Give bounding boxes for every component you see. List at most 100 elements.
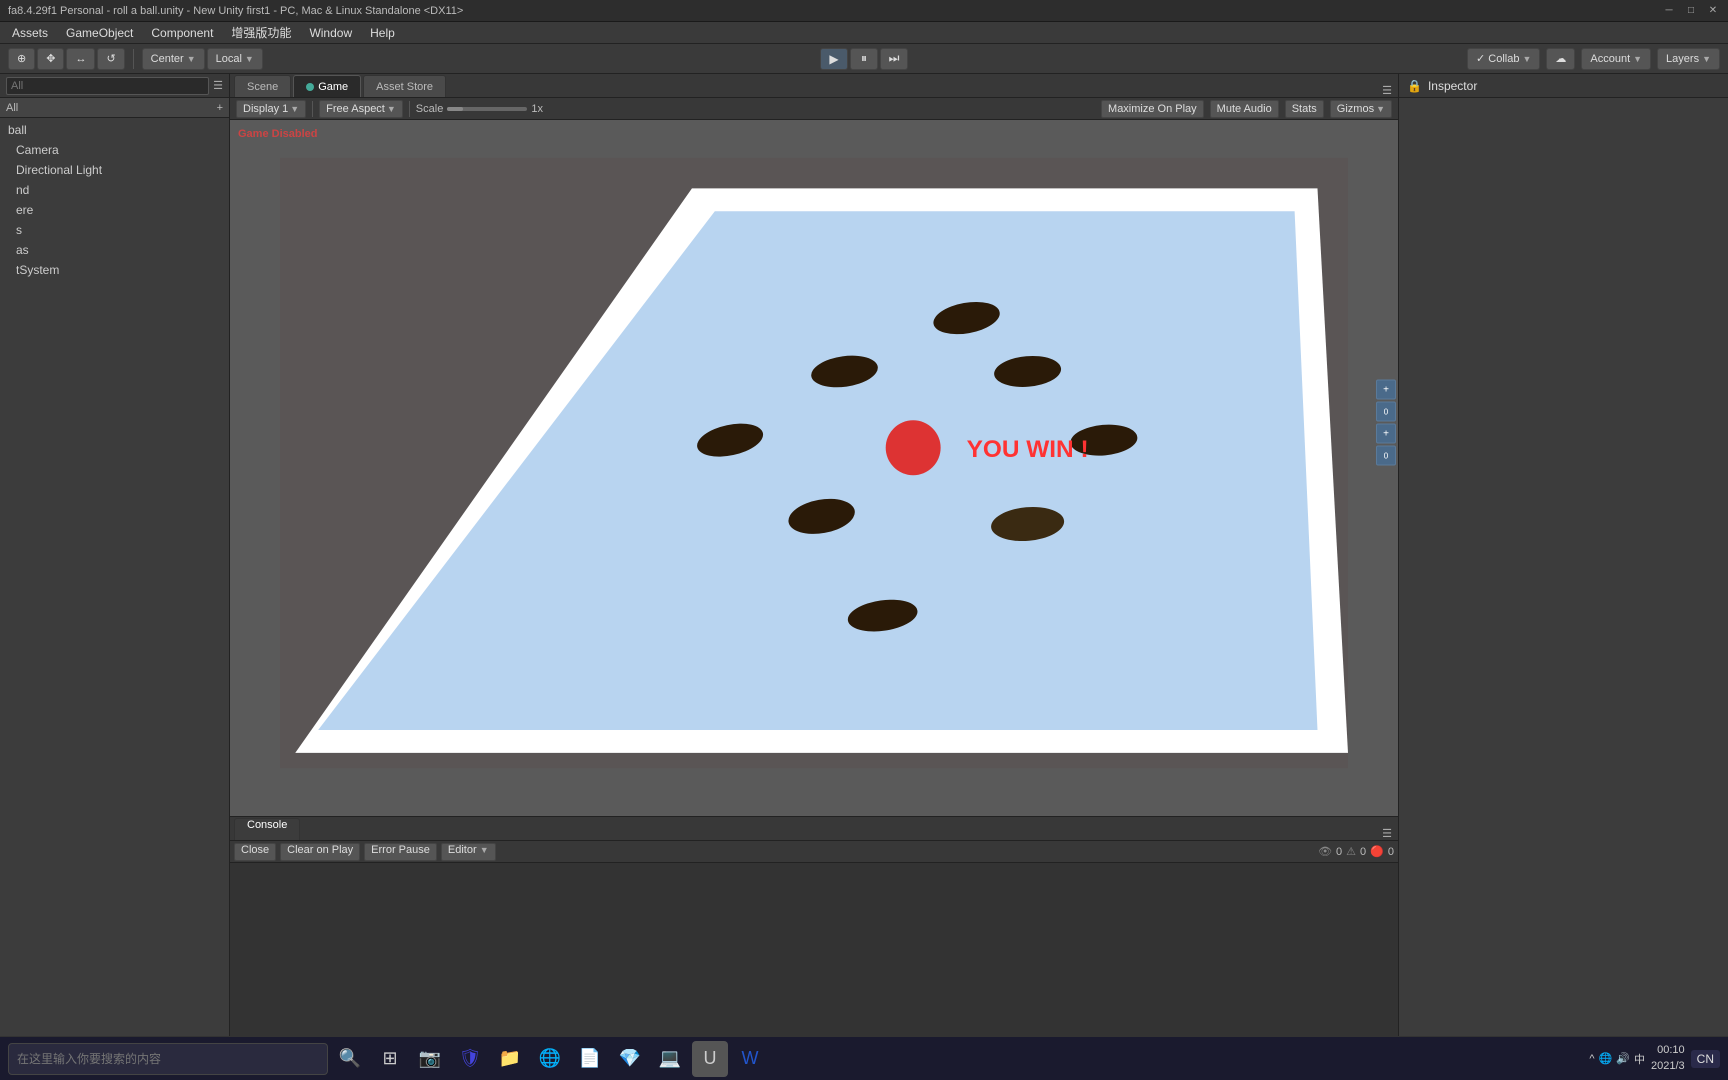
menu-window[interactable]: Window [301, 24, 360, 42]
hierarchy-item-ball[interactable]: ball [0, 120, 229, 140]
menu-enhanced[interactable]: 增强版功能 [223, 22, 299, 43]
menu-gameobject[interactable]: GameObject [58, 24, 141, 42]
taskbar-word-icon[interactable]: W [732, 1041, 768, 1077]
console-panel: Console ☰ Close Clear on Play Error Paus… [230, 816, 1398, 1036]
taskbar-icon-3[interactable]: 📁 [492, 1041, 528, 1077]
taskbar-icon-2[interactable]: 🛡 [452, 1041, 488, 1077]
hierarchy-item-sphere[interactable]: ere [0, 200, 229, 220]
taskbar-icon-1[interactable]: 📷 [412, 1041, 448, 1077]
stats-btn[interactable]: Stats [1285, 100, 1324, 118]
play-button[interactable]: ▶ [820, 48, 848, 70]
hierarchy-options-icon[interactable]: ☰ [213, 79, 223, 92]
play-controls: ▶ ⏸ ⏭ [820, 48, 908, 70]
pivot-center-btn[interactable]: Center ▼ [142, 48, 205, 70]
hierarchy-item-canvas[interactable]: as [0, 240, 229, 260]
taskbar-search-icon[interactable]: 🔍 [332, 1041, 368, 1077]
hierarchy-item-ground[interactable]: nd [0, 180, 229, 200]
info-count: 0 [1336, 846, 1342, 858]
game-toolbar-right: Maximize On Play Mute Audio Stats Gizmos… [1101, 100, 1392, 118]
taskbar-unity-icon[interactable]: U [692, 1041, 728, 1077]
minimize-button[interactable]: ─ [1662, 4, 1676, 18]
step-button[interactable]: ⏭ [880, 48, 908, 70]
hierarchy-item-eventsystem[interactable]: tSystem [0, 260, 229, 280]
hierarchy-item-camera[interactable]: Camera [0, 140, 229, 160]
gizmos-btn[interactable]: Gizmos ▼ [1330, 100, 1392, 118]
editor-dropdown-btn[interactable]: Editor ▼ [441, 843, 496, 861]
local-label: Local [216, 53, 242, 65]
game-svg: YOU WIN ! [280, 130, 1348, 796]
hierarchy-search-input[interactable] [6, 77, 209, 95]
console-options-icon[interactable]: ☰ [1376, 827, 1398, 840]
account-button[interactable]: Account ▼ [1581, 48, 1651, 70]
hierarchy-panel: ☰ All + ball Camera Directional Light nd… [0, 74, 230, 1036]
tab-game[interactable]: Game [293, 75, 361, 97]
taskbar-task-view-icon[interactable]: ⊞ [372, 1041, 408, 1077]
center-label: Center [151, 53, 184, 65]
clear-button[interactable]: Close [234, 843, 276, 861]
mute-audio-label: Mute Audio [1217, 103, 1272, 115]
main-content: ☰ All + ball Camera Directional Light nd… [0, 74, 1728, 1036]
console-tab-label: Console [247, 819, 287, 831]
close-button[interactable]: ✕ [1706, 4, 1720, 18]
side-icon-down[interactable]: + [1376, 424, 1396, 444]
scale-slider[interactable] [447, 107, 527, 111]
display-dropdown-arrow: ▼ [290, 104, 299, 114]
hierarchy-item-pickups[interactable]: s [0, 220, 229, 240]
maximize-button[interactable]: □ [1684, 4, 1698, 18]
editor-label: Editor [448, 844, 477, 856]
tab-scene[interactable]: Scene [234, 75, 291, 97]
hierarchy-item-light[interactable]: Directional Light [0, 160, 229, 180]
game-tab-label: Game [318, 81, 348, 93]
taskbar-icon-vscode[interactable]: 💎 [612, 1041, 648, 1077]
console-tab[interactable]: Console [234, 818, 300, 840]
display-button[interactable]: Display 1 ▼ [236, 100, 306, 118]
hierarchy-header: ☰ [0, 74, 229, 98]
transform-tools: ⊕ ✥ ↔ ↺ [8, 48, 125, 70]
mute-audio-btn[interactable]: Mute Audio [1210, 100, 1279, 118]
taskbar-icon-chrome[interactable]: 🌐 [532, 1041, 568, 1077]
menu-component[interactable]: Component [143, 24, 221, 42]
maximize-on-play-btn[interactable]: Maximize On Play [1101, 100, 1204, 118]
clear-on-play-btn[interactable]: Clear on Play [280, 843, 360, 861]
pause-button[interactable]: ⏸ [850, 48, 878, 70]
taskbar-icon-5[interactable]: 💻 [652, 1041, 688, 1077]
menu-help[interactable]: Help [362, 24, 403, 42]
console-content [230, 863, 1398, 1036]
game-toolbar-sep1 [312, 101, 313, 117]
svg-text:YOU WIN !: YOU WIN ! [967, 436, 1089, 463]
aspect-button[interactable]: Free Aspect ▼ [319, 100, 403, 118]
taskbar-search-input[interactable] [8, 1043, 328, 1075]
stats-label: Stats [1292, 103, 1317, 115]
inspector-header: 🔒 Inspector [1399, 74, 1728, 98]
transform-scale-tool[interactable]: ↺ [97, 48, 124, 70]
pivot-local-btn[interactable]: Local ▼ [207, 48, 263, 70]
taskbar-volume-icon[interactable]: 🔊 [1616, 1052, 1630, 1065]
collab-button[interactable]: ✓ Collab ▼ [1467, 48, 1540, 70]
taskbar-chevron[interactable]: ^ [1589, 1053, 1594, 1065]
inspector-content [1399, 98, 1728, 1036]
toolbar-right: ✓ Collab ▼ ☁ Account ▼ Layers ▼ [1467, 48, 1720, 70]
transform-hand-tool[interactable]: ⊕ [8, 48, 35, 70]
view-options-icon[interactable]: ☰ [1376, 84, 1398, 97]
game-canvas: Game Disabled [230, 120, 1398, 816]
scene-tab-label: Scene [247, 81, 278, 93]
console-counts: 👁 0 ⚠ 0 🔴 0 [1318, 845, 1394, 858]
game-toolbar: Display 1 ▼ Free Aspect ▼ Scale 1x Maxim… [230, 98, 1398, 120]
error-circle-icon: 🔴 [1370, 845, 1384, 858]
taskbar-icon-4[interactable]: 📄 [572, 1041, 608, 1077]
tab-asset-store[interactable]: Asset Store [363, 75, 446, 97]
cloud-button[interactable]: ☁ [1546, 48, 1575, 70]
layers-button[interactable]: Layers ▼ [1657, 48, 1720, 70]
all-scenes-label: All [6, 102, 18, 114]
error-pause-btn[interactable]: Error Pause [364, 843, 437, 861]
hierarchy-add-icon[interactable]: + [217, 102, 223, 114]
gizmos-dropdown-arrow: ▼ [1376, 104, 1385, 114]
collab-dropdown-arrow: ▼ [1522, 54, 1531, 64]
side-icons: + 0 + 0 [1376, 380, 1396, 731]
menu-assets[interactable]: Assets [4, 24, 56, 42]
transform-rotate-tool[interactable]: ↔ [66, 48, 95, 70]
transform-move-tool[interactable]: ✥ [37, 48, 64, 70]
taskbar-network-icon: 🌐 [1599, 1052, 1613, 1065]
window-controls: ─ □ ✕ [1662, 4, 1720, 18]
side-icon-up[interactable]: + [1376, 380, 1396, 400]
